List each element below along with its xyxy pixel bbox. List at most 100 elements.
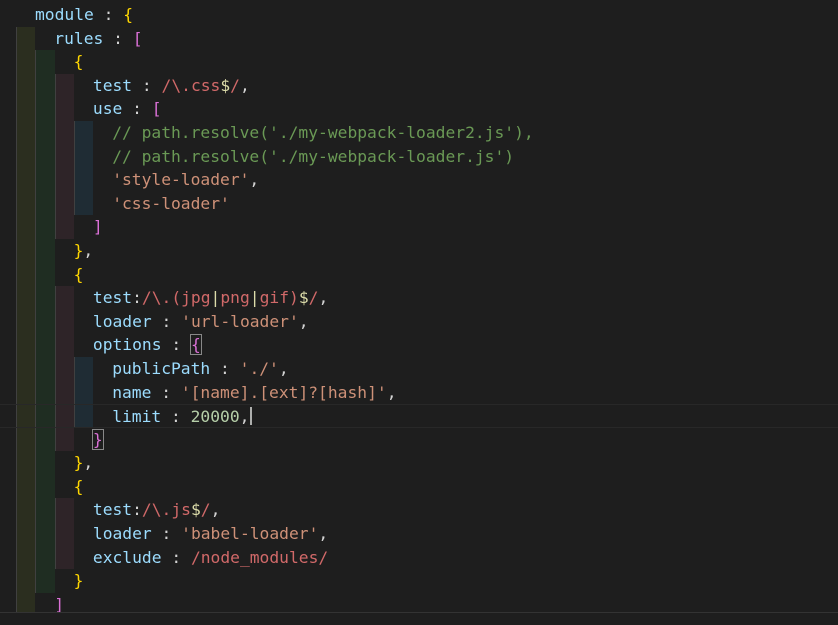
code-line[interactable]: test : /\.css$/,: [0, 73, 838, 98]
code-line[interactable]: test:/\.(jpg|png|gif)$/,: [0, 286, 838, 310]
code-line-text[interactable]: use : [: [93, 97, 162, 121]
code-line-text[interactable]: rules : [: [54, 27, 142, 51]
code-line-text[interactable]: ]: [93, 215, 103, 239]
indent-guide-line: [16, 474, 17, 499]
code-line[interactable]: ]: [0, 215, 838, 239]
code-line-text[interactable]: }: [74, 569, 84, 593]
code-line-text[interactable]: loader : 'babel-loader',: [93, 522, 328, 546]
code-line-text[interactable]: {: [74, 475, 84, 499]
code-line-text[interactable]: test : /\.css$/,: [93, 74, 250, 98]
indent-guide-line: [16, 522, 17, 546]
code-line-text[interactable]: // path.resolve('./my-webpack-loader.js'…: [112, 145, 514, 169]
code-token: $: [190, 500, 201, 520]
code-line[interactable]: {: [0, 262, 838, 287]
indent-guide-line: [16, 191, 17, 216]
indent-guide-line: [54, 97, 56, 121]
indent-guide: [54, 215, 74, 239]
code-line[interactable]: loader : 'babel-loader',: [0, 522, 838, 546]
indent-guide: [54, 191, 74, 216]
code-line-text[interactable]: test:/\.(jpg|png|gif)$/,: [93, 286, 328, 310]
indent-guide-line: [35, 120, 37, 145]
code-line-text[interactable]: }: [91, 428, 104, 452]
code-token: :: [132, 288, 142, 308]
indent-guide: [35, 380, 55, 405]
code-line[interactable]: {: [0, 474, 838, 499]
code-line[interactable]: // path.resolve('./my-webpack-loader2.js…: [0, 120, 838, 145]
code-token: 'css-loader': [112, 193, 230, 213]
code-line-text[interactable]: options : {: [92, 333, 202, 357]
code-line[interactable]: module : {: [0, 3, 838, 27]
code-line-text[interactable]: 'style-loader',: [112, 168, 259, 192]
code-line[interactable]: }: [0, 427, 838, 452]
indent-guide-line: [73, 380, 75, 405]
code-line[interactable]: },: [0, 238, 838, 263]
code-line[interactable]: 'css-loader': [0, 191, 838, 216]
code-line-text[interactable]: exclude : /node_modules/: [93, 546, 328, 570]
code-line[interactable]: }: [0, 569, 838, 593]
code-token: use: [92, 99, 123, 119]
code-line[interactable]: name : '[name].[ext]?[hash]',: [0, 380, 838, 405]
indent-guide: [73, 191, 94, 216]
indent-guide: [35, 262, 55, 287]
code-line-text[interactable]: module : {: [35, 3, 133, 27]
code-line-text[interactable]: },: [74, 239, 94, 263]
code-line[interactable]: options : {: [0, 333, 838, 357]
indent-guide: [54, 356, 74, 381]
code-line[interactable]: use : [: [0, 97, 838, 121]
code-line-text[interactable]: {: [74, 263, 84, 287]
indent-guide-line: [54, 498, 56, 523]
code-token: |: [210, 288, 221, 308]
indent-guide: [54, 73, 74, 98]
code-line[interactable]: test:/\.js$/,: [0, 498, 838, 523]
code-line-text[interactable]: },: [74, 451, 94, 475]
indent-guide-line: [73, 120, 75, 145]
indent-guide-line: [35, 144, 37, 169]
code-line[interactable]: loader : 'url-loader',: [0, 309, 838, 334]
indent-guide-line: [16, 26, 17, 51]
code-line-text[interactable]: // path.resolve('./my-webpack-loader2.js…: [112, 121, 534, 145]
indent-guide-line: [16, 498, 17, 523]
code-token: './': [239, 358, 279, 378]
indent-guide-line: [54, 427, 56, 452]
code-lines[interactable]: module : {rules : [{test : /\.css$/, use …: [0, 3, 838, 617]
code-editor[interactable]: module : {rules : [{test : /\.css$/, use …: [0, 0, 838, 625]
code-line[interactable]: },: [0, 451, 838, 475]
indent-guide-line: [16, 168, 17, 192]
code-line-text[interactable]: test:/\.js$/,: [93, 498, 220, 522]
indent-guide-line: [16, 262, 17, 287]
code-line[interactable]: 'style-loader',: [0, 168, 838, 192]
code-line[interactable]: {: [0, 50, 838, 74]
indent-guide: [35, 144, 55, 169]
code-line[interactable]: limit : 20000,: [0, 404, 838, 428]
code-line[interactable]: exclude : /node_modules/: [0, 545, 838, 570]
indent-guide: [73, 144, 94, 169]
indent-guide-line: [16, 427, 17, 452]
code-token: 'style-loader': [112, 170, 250, 190]
code-line[interactable]: publicPath : './',: [0, 356, 838, 381]
code-line-text[interactable]: {: [74, 50, 84, 74]
editor-bottom-edge: [0, 612, 838, 625]
code-line-text[interactable]: 'css-loader': [112, 192, 230, 216]
code-token: {: [73, 476, 84, 496]
indent-guide-line: [35, 215, 37, 239]
code-token: // path.resolve('./my-webpack-loader2.js…: [112, 122, 534, 142]
code-token: |: [249, 288, 260, 308]
code-line-text[interactable]: publicPath : './',: [112, 357, 288, 381]
code-token: '[name].[ext]?[hash]': [180, 382, 387, 402]
code-line-text[interactable]: name : '[name].[ext]?[hash]',: [112, 381, 396, 405]
code-token: module: [35, 5, 94, 24]
indent-guide: [54, 545, 74, 570]
indent-guide-line: [54, 144, 56, 169]
code-line[interactable]: // path.resolve('./my-webpack-loader.js'…: [0, 144, 838, 169]
indent-guide: [16, 191, 36, 216]
code-token: exclude: [92, 547, 162, 567]
code-line-text[interactable]: loader : 'url-loader',: [93, 310, 309, 334]
code-token: /\.css: [161, 75, 221, 95]
code-line-text[interactable]: limit : 20000,: [112, 405, 253, 429]
code-token: name: [112, 382, 152, 402]
indent-guide: [35, 498, 55, 523]
indent-guide-line: [16, 356, 17, 381]
code-line[interactable]: rules : [: [0, 26, 838, 51]
indent-guide: [35, 451, 55, 475]
code-token: options: [92, 335, 162, 355]
